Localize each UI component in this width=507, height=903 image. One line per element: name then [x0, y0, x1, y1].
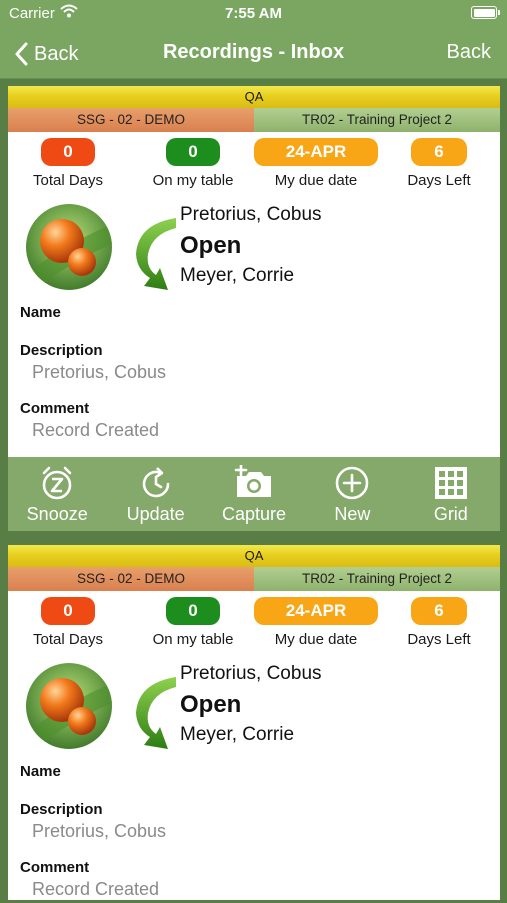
new-label: New	[334, 504, 371, 524]
snooze-button[interactable]: Snooze	[8, 457, 106, 531]
snooze-clock-icon	[42, 466, 72, 500]
fruit-avatar-icon	[26, 663, 112, 749]
capture-label: Capture	[221, 504, 287, 524]
due-date-label: My due date	[274, 172, 358, 189]
back-button-left[interactable]: Back	[14, 40, 78, 68]
due-date-badge: 24-APR	[254, 597, 378, 625]
record-project: TR02 - Training Project 2	[254, 567, 500, 591]
total-days-badge: 0	[41, 138, 95, 166]
stat-days-left: 6 Days Left	[394, 597, 484, 648]
description-value: Pretorius, Cobus	[32, 362, 167, 382]
stat-due-date: 24-APR My due date	[252, 138, 380, 189]
description-label: Description	[20, 801, 103, 818]
record-stats: 0 Total Days 0 On my table 24-APR My due…	[8, 591, 500, 651]
comment-label: Comment	[20, 859, 90, 876]
record-status: Open	[180, 691, 242, 718]
transfer-arrow-icon	[136, 677, 176, 749]
stat-due-date: 24-APR My due date	[252, 597, 380, 648]
on-my-table-badge: 0	[166, 597, 220, 625]
record-details: Pretorius, Cobus Open Meyer, Corrie Name…	[8, 651, 500, 903]
stat-on-my-table: 0 On my table	[138, 597, 248, 648]
camera-add-icon	[234, 465, 272, 497]
record-project: TR02 - Training Project 2	[254, 108, 500, 132]
comment-label: Comment	[20, 400, 90, 417]
record-details: Pretorius, Cobus Open Meyer, Corrie Name…	[8, 192, 500, 444]
record-organization: SSG - 02 - DEMO	[8, 108, 254, 132]
description-value: Pretorius, Cobus	[32, 821, 167, 841]
capture-button[interactable]: Capture	[205, 457, 303, 531]
name-label: Name	[20, 763, 61, 780]
days-left-label: Days Left	[407, 172, 471, 189]
record-category-bar: QA	[8, 545, 500, 567]
name-label: Name	[20, 304, 61, 321]
record-stats: 0 Total Days 0 On my table 24-APR My due…	[8, 132, 500, 192]
record-card[interactable]: QA SSG - 02 - DEMO TR02 - Training Proje…	[8, 545, 500, 900]
stat-total-days: 0 Total Days	[18, 597, 118, 648]
on-my-table-label: On my table	[152, 631, 234, 648]
record-header-row: SSG - 02 - DEMO TR02 - Training Project …	[8, 567, 500, 591]
comment-value: Record Created	[32, 879, 160, 899]
record-from-person: Pretorius, Cobus	[180, 663, 322, 684]
total-days-label: Total Days	[32, 172, 104, 189]
description-label: Description	[20, 342, 103, 359]
record-header-row: SSG - 02 - DEMO TR02 - Training Project …	[8, 108, 500, 132]
back-button-left-label: Back	[34, 42, 79, 65]
update-button[interactable]: Update	[106, 457, 204, 531]
clock-time: 7:55 AM	[225, 5, 282, 22]
total-days-label: Total Days	[32, 631, 104, 648]
back-button-right[interactable]: Back	[447, 41, 491, 64]
due-date-label: My due date	[274, 631, 358, 648]
grid-icon	[434, 467, 467, 499]
transfer-arrow-icon	[136, 218, 176, 290]
on-my-table-label: On my table	[152, 172, 234, 189]
navigation-bar: Back Recordings - Inbox Back	[0, 28, 507, 79]
record-organization: SSG - 02 - DEMO	[8, 567, 254, 591]
record-status: Open	[180, 232, 242, 259]
grid-label: Grid	[433, 504, 468, 524]
plus-circle-icon	[336, 466, 369, 500]
battery-icon	[471, 6, 500, 19]
action-toolbar: Snooze Update Capture New Grid	[8, 457, 500, 531]
comment-value: Record Created	[32, 420, 160, 440]
record-to-person: Meyer, Corrie	[180, 724, 295, 745]
chevron-left-icon	[15, 42, 28, 66]
stat-total-days: 0 Total Days	[18, 138, 118, 189]
refresh-clock-icon	[142, 467, 169, 498]
record-to-person: Meyer, Corrie	[180, 265, 295, 286]
days-left-badge: 6	[411, 597, 467, 625]
due-date-badge: 24-APR	[254, 138, 378, 166]
on-my-table-badge: 0	[166, 138, 220, 166]
fruit-avatar-icon	[26, 204, 112, 290]
stat-on-my-table: 0 On my table	[138, 138, 248, 189]
record-category-bar: QA	[8, 86, 500, 108]
update-label: Update	[126, 504, 185, 524]
days-left-badge: 6	[411, 138, 467, 166]
total-days-badge: 0	[41, 597, 95, 625]
record-from-person: Pretorius, Cobus	[180, 204, 322, 225]
days-left-label: Days Left	[407, 631, 471, 648]
stat-days-left: 6 Days Left	[394, 138, 484, 189]
grid-button[interactable]: Grid	[402, 457, 500, 531]
new-button[interactable]: New	[303, 457, 401, 531]
record-card[interactable]: QA SSG - 02 - DEMO TR02 - Training Proje…	[8, 86, 500, 457]
status-bar: Carrier 7:55 AM	[0, 0, 507, 28]
snooze-label: Snooze	[26, 504, 88, 524]
